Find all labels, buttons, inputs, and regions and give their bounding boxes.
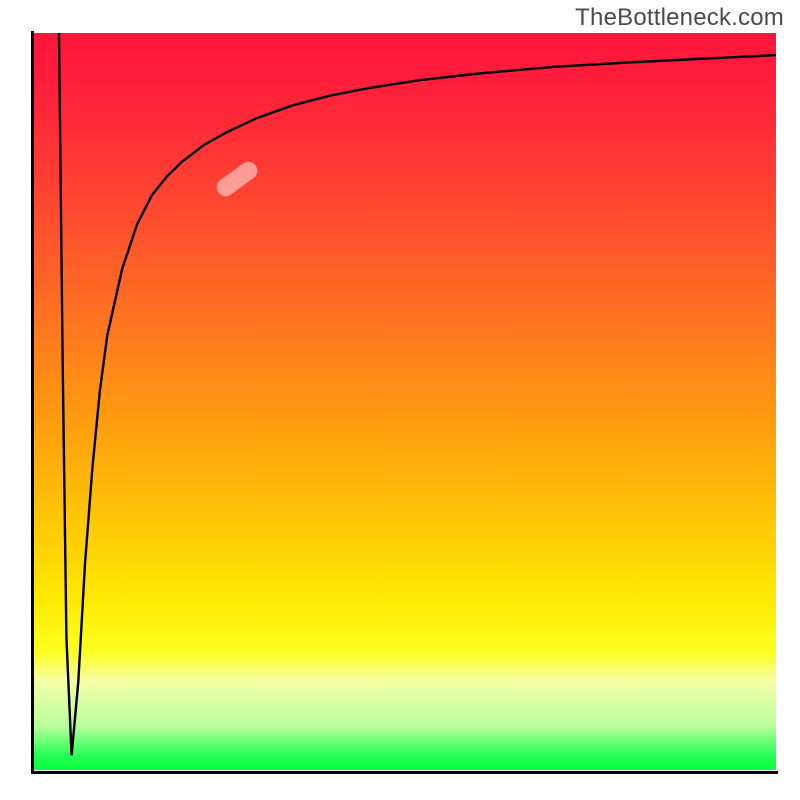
x-axis [31,771,778,774]
chart-frame: TheBottleneck.com [0,0,800,800]
plot-area [33,33,776,770]
y-axis [31,31,34,774]
watermark: TheBottleneck.com [575,4,784,32]
